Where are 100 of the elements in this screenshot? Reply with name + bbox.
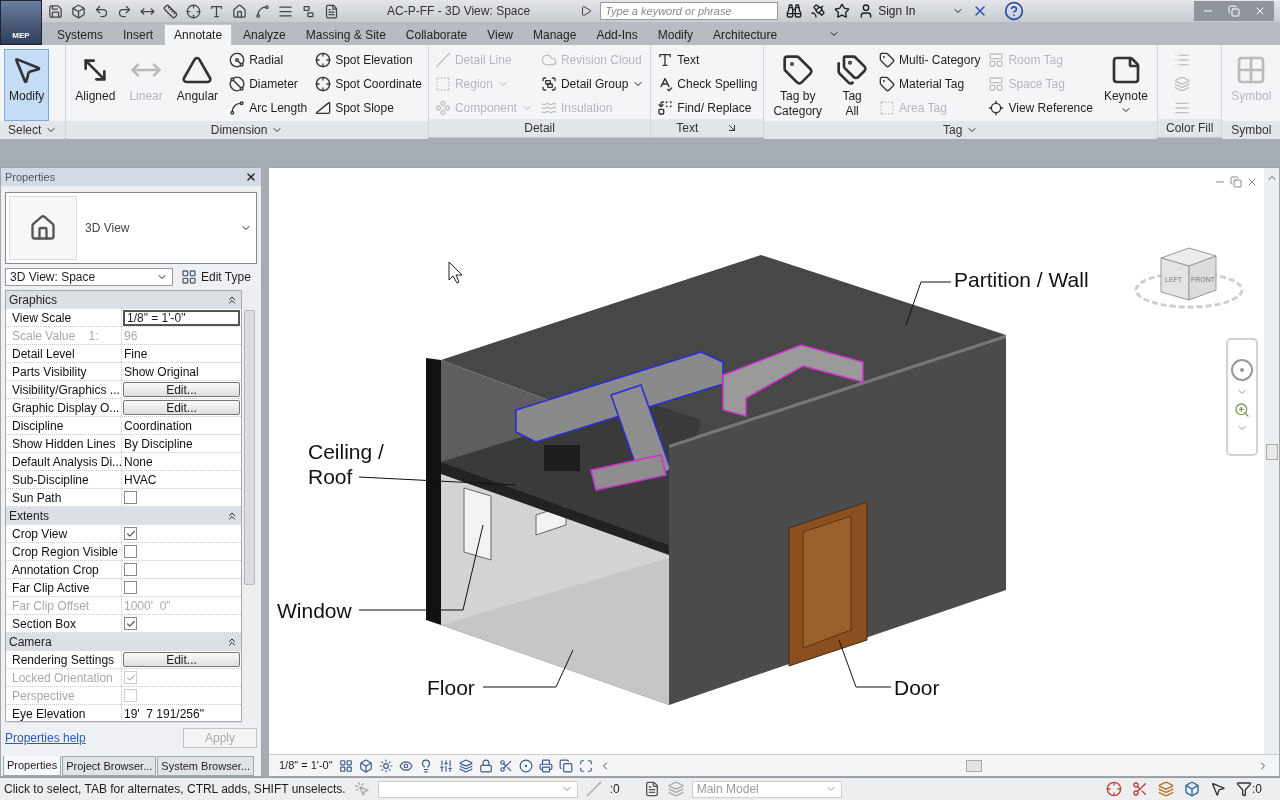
view-control-button[interactable] xyxy=(578,758,593,773)
view-control-button[interactable] xyxy=(458,758,473,773)
ribbon-tab[interactable]: Architecture xyxy=(704,24,787,45)
ribbon-button[interactable]: Spot Elevation xyxy=(313,49,424,70)
checkbox[interactable] xyxy=(124,545,137,558)
ribbon-tab[interactable]: Systems xyxy=(48,24,112,45)
view-control-button[interactable] xyxy=(558,758,573,773)
panel-title-bar[interactable]: Dimension xyxy=(66,121,428,139)
house-icon xyxy=(232,3,247,19)
panel-tab[interactable]: Project Browser... xyxy=(62,756,157,776)
restore-icon xyxy=(1228,5,1240,17)
ribbon-button[interactable]: Tag by Category xyxy=(768,49,828,121)
checkbox[interactable] xyxy=(124,617,137,630)
panel-tab[interactable]: System Browser... xyxy=(157,756,254,776)
view-control-button[interactable] xyxy=(438,758,453,773)
ribbon-button[interactable]: Tag All xyxy=(831,49,874,121)
box-icon xyxy=(1184,781,1200,797)
view-control-button[interactable] xyxy=(478,758,493,773)
scroll-thumb[interactable] xyxy=(1265,444,1278,460)
view-control-button[interactable] xyxy=(538,758,553,773)
ribbon-tab[interactable]: View xyxy=(478,24,522,45)
view-control-button[interactable] xyxy=(498,758,513,773)
panel-tab[interactable]: Properties xyxy=(3,756,62,776)
scrollbar[interactable] xyxy=(1264,168,1279,754)
property-value: 19' 7 191/256" xyxy=(123,705,205,723)
ribbon-button[interactable]: Text xyxy=(655,49,760,70)
quick-access-button[interactable] xyxy=(232,3,247,19)
ribbon-tab[interactable]: Collaborate xyxy=(396,24,477,45)
checkbox[interactable] xyxy=(124,581,137,594)
ribbon-button[interactable]: Spot Slope xyxy=(313,97,424,118)
quick-access-button[interactable] xyxy=(71,3,86,19)
ribbon-button[interactable]: Angular xyxy=(171,49,224,121)
group-header[interactable]: Extents xyxy=(6,507,241,525)
quick-access-button[interactable] xyxy=(186,3,201,19)
ribbon-tab[interactable]: Manage xyxy=(524,24,586,45)
ribbon-button[interactable]: Material Tag xyxy=(877,73,983,94)
tag-icon xyxy=(879,51,896,68)
quick-access-button[interactable] xyxy=(278,3,293,19)
ribbon-button[interactable]: Aligned xyxy=(70,49,121,121)
ribbon-tab[interactable]: Massing & Site xyxy=(296,24,395,45)
ribbon-button[interactable]: Spot Coordinate xyxy=(313,73,424,94)
type-selector[interactable]: 3D View xyxy=(5,192,257,264)
edit-button[interactable]: Edit... xyxy=(123,400,240,415)
panel-title-bar[interactable]: Text xyxy=(651,119,764,137)
ribbon-tab[interactable]: Insert xyxy=(114,24,163,45)
ribbon-tab[interactable]: Modify xyxy=(648,24,703,45)
ribbon-button[interactable]: Modify xyxy=(4,49,50,121)
logo-label: MEP xyxy=(12,30,30,42)
ribbon-button[interactable]: Detail Group xyxy=(538,73,647,94)
edit-button[interactable]: Edit... xyxy=(123,382,240,397)
callout-label: Window xyxy=(277,598,353,623)
panel-title-bar[interactable]: Tag xyxy=(764,121,1157,139)
quick-access-button[interactable] xyxy=(324,3,339,19)
panel-title-bar[interactable]: Color Fill xyxy=(1157,119,1222,137)
ribbon-tab[interactable]: Annotate xyxy=(164,24,233,45)
view-control-button[interactable] xyxy=(338,758,353,773)
edit-type-button[interactable]: Edit Type xyxy=(181,268,251,286)
navigation-bar[interactable] xyxy=(1226,338,1258,456)
quick-access-button[interactable] xyxy=(301,3,316,19)
quick-access-button[interactable] xyxy=(255,3,270,19)
ribbon-tab[interactable]: Analyze xyxy=(234,24,295,45)
ribbon-button[interactable]: Keynote xyxy=(1098,49,1153,121)
quick-access-button[interactable] xyxy=(94,3,109,19)
group-header[interactable]: Camera xyxy=(6,633,241,651)
property-input[interactable]: 1/8" = 1'-0" xyxy=(123,309,240,326)
ribbon-button[interactable]: Diameter xyxy=(227,73,310,94)
quick-access-button[interactable] xyxy=(117,3,132,19)
ribbon-button[interactable]: Arc Length xyxy=(227,97,310,118)
ribbon-button[interactable]: View Reference xyxy=(986,97,1095,118)
type-name: 3D View xyxy=(85,220,131,237)
checkbox[interactable] xyxy=(124,527,137,540)
ribbon-tab[interactable]: Add-Ins xyxy=(587,24,647,45)
quick-access-button[interactable] xyxy=(48,3,63,19)
grid-icon xyxy=(181,269,197,285)
view-control-button[interactable] xyxy=(398,758,413,773)
properties-help-link[interactable]: Properties help xyxy=(5,729,86,747)
ribbon-button[interactable]: Multi- Category xyxy=(877,49,983,70)
panel-title-bar[interactable]: Symbol xyxy=(1222,121,1280,139)
ribbon-button[interactable]: Radial xyxy=(227,49,310,70)
view-control-button[interactable] xyxy=(518,758,533,773)
checkbox[interactable] xyxy=(124,563,137,576)
group-header[interactable]: Graphics xyxy=(6,291,241,309)
ribbon-button[interactable]: Check Spelling xyxy=(655,73,760,94)
ribbon-button[interactable]: Find/ Replace xyxy=(655,97,760,118)
property-label: Far Clip Active xyxy=(6,579,122,596)
checkbox[interactable] xyxy=(124,491,137,504)
close-button[interactable] xyxy=(245,171,257,183)
edit-button[interactable]: Edit... xyxy=(123,652,240,667)
view-dropdown[interactable]: 3D View: Space xyxy=(5,268,173,286)
application-menu-button[interactable]: MEP xyxy=(0,0,42,45)
quick-access-button[interactable] xyxy=(209,3,224,19)
panel-title-bar[interactable]: Select xyxy=(0,121,66,139)
view-scale[interactable]: 1/8" = 1'-0" xyxy=(279,757,333,774)
search-field[interactable]: Type a keyword or phrase xyxy=(600,2,779,20)
sign-in-button[interactable]: Sign In xyxy=(858,2,916,20)
view-control-button[interactable] xyxy=(378,758,393,773)
quick-access-button[interactable] xyxy=(163,3,178,19)
panel-title-bar[interactable]: Detail xyxy=(428,119,651,137)
sun-icon xyxy=(378,758,393,773)
view-control-button[interactable] xyxy=(358,758,373,773)
